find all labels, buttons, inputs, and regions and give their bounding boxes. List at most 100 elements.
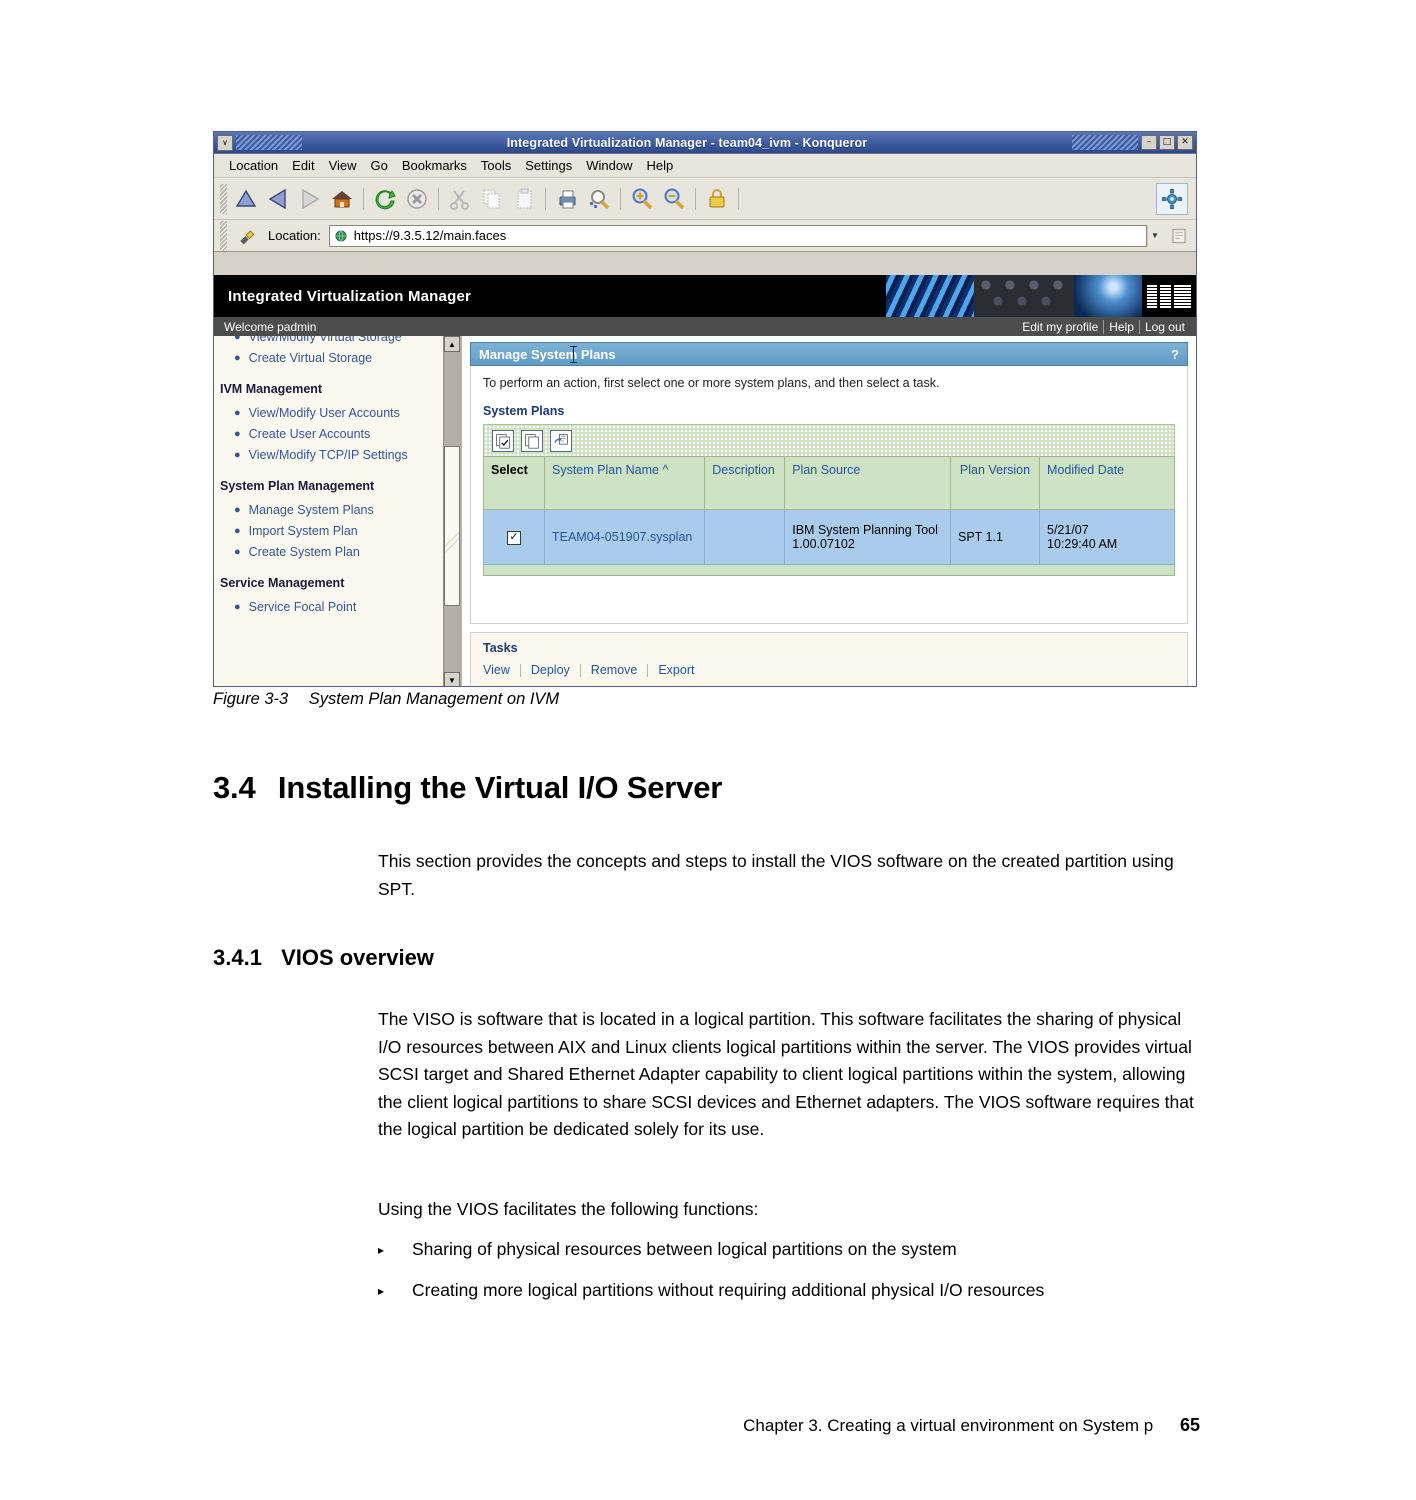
system-plans-table: Select System Plan Name ^ Description Pl…: [483, 456, 1175, 565]
logout-link[interactable]: Log out: [1138, 319, 1190, 334]
column-header-system-plan-name[interactable]: System Plan Name ^: [543, 456, 706, 510]
tasks-links: View Deploy Remove Export: [483, 663, 1175, 677]
bullet-icon: ●: [234, 428, 241, 440]
cell-system-plan-name[interactable]: TEAM04-051907.sysplan: [543, 509, 706, 565]
plan-name-link[interactable]: TEAM04-051907.sysplan: [552, 530, 692, 544]
menu-help[interactable]: Help: [639, 156, 680, 175]
task-view-link[interactable]: View: [483, 663, 520, 677]
forward-icon[interactable]: [294, 183, 326, 215]
cell-plan-source: IBM System Planning Tool 1.00.07102: [784, 509, 951, 565]
cut-icon[interactable]: [444, 183, 476, 215]
task-export-link[interactable]: Export: [648, 663, 704, 677]
sidebar-item-service-focal-point[interactable]: ● Service Focal Point: [220, 600, 461, 615]
page-footer: Chapter 3. Creating a virtual environmen…: [0, 1415, 1416, 1436]
sidebar-item-label: View/Modify Virtual Storage: [248, 336, 402, 344]
edit-profile-link[interactable]: Edit my profile: [1017, 320, 1103, 334]
deselect-all-icon[interactable]: [521, 429, 543, 452]
panel-body: To perform an action, first select one o…: [470, 366, 1188, 624]
url-input[interactable]: https://9.3.5.12/main.faces: [328, 224, 1147, 247]
banner-art-stripes: [886, 275, 974, 317]
toolbar-grip[interactable]: [220, 183, 227, 214]
sidebar-scrollbar[interactable]: ▲ ▼: [443, 336, 461, 686]
sidebar-item-label: Create Virtual Storage: [248, 351, 373, 365]
task-remove-link[interactable]: Remove: [581, 663, 648, 677]
copy-icon[interactable]: [476, 183, 508, 215]
stop-icon[interactable]: [401, 183, 433, 215]
sidebar-item-view-modify-tcpip-settings[interactable]: ● View/Modify TCP/IP Settings: [220, 448, 461, 463]
menu-view[interactable]: View: [322, 156, 364, 175]
row-checkbox[interactable]: ✓: [507, 530, 521, 545]
subsection-title-text: VIOS overview: [281, 945, 434, 970]
menu-window[interactable]: Window: [579, 156, 639, 175]
find-icon[interactable]: [583, 183, 615, 215]
scroll-up-arrow-icon[interactable]: ▲: [444, 336, 460, 352]
configure-icon[interactable]: [1156, 183, 1188, 215]
tasks-title: Tasks: [483, 641, 518, 655]
locationbar-grip[interactable]: [220, 220, 227, 251]
menu-settings[interactable]: Settings: [518, 156, 579, 175]
close-button[interactable]: ✕: [1177, 135, 1193, 150]
menu-bookmarks[interactable]: Bookmarks: [395, 156, 474, 175]
menu-tools[interactable]: Tools: [474, 156, 518, 175]
menubar: Location Edit View Go Bookmarks Tools Se…: [214, 154, 1196, 178]
page-number: 65: [1179, 1415, 1200, 1435]
figure-caption-number: Figure 3-3: [213, 690, 289, 708]
paste-icon[interactable]: [508, 183, 540, 215]
task-deploy-link[interactable]: Deploy: [521, 663, 580, 677]
print-icon[interactable]: [551, 183, 583, 215]
back-icon[interactable]: [262, 183, 294, 215]
intro-paragraph: This section provides the concepts and s…: [378, 851, 1174, 899]
web-content: Integrated Virtualization Manager Welcom…: [214, 275, 1196, 686]
zoom-out-icon[interactable]: [658, 183, 690, 215]
bullet-marker-icon: ▸: [378, 1243, 385, 1257]
scrollbar-thumb[interactable]: [444, 446, 460, 606]
zoom-in-icon[interactable]: [626, 183, 658, 215]
lock-icon[interactable]: [701, 183, 733, 215]
ibm-logo: [1142, 275, 1196, 317]
up-icon[interactable]: [230, 183, 262, 215]
toolbar-separator: [620, 187, 621, 210]
clear-location-icon[interactable]: [235, 224, 259, 248]
sidebar-item-manage-system-plans[interactable]: ● Manage System Plans: [220, 503, 461, 518]
home-icon[interactable]: [326, 183, 358, 215]
sidebar-item-view-modify-virtual-storage[interactable]: ● View/Modify Virtual Storage: [220, 336, 461, 345]
subsection-number: 3.4.1: [213, 945, 262, 970]
section-number: 3.4: [213, 770, 256, 805]
url-dropdown-icon[interactable]: ▼: [1147, 225, 1162, 246]
column-header-modified-date[interactable]: Modified Date: [1039, 456, 1175, 510]
plan-source-line2: 1.00.07102: [792, 537, 855, 551]
tasks-panel: Tasks View Deploy Remove Export: [470, 632, 1188, 686]
functions-lead: Using the VIOS facilitates the following…: [378, 1199, 759, 1219]
browser-toolbar: [214, 178, 1196, 220]
minimize-button[interactable]: –: [1141, 135, 1157, 150]
table-footer-band: [483, 565, 1175, 576]
select-all-icon[interactable]: [492, 429, 514, 452]
column-header-description[interactable]: Description: [704, 456, 786, 510]
menu-go[interactable]: Go: [364, 156, 395, 175]
panel-help-icon[interactable]: ?: [1171, 347, 1179, 362]
menu-location[interactable]: Location: [222, 156, 285, 175]
section-title: Installing the Virtual I/O Server: [277, 770, 723, 805]
figure-screenshot: ∨ Integrated Virtualization Manager - te…: [213, 131, 1197, 687]
column-header-plan-version[interactable]: Plan Version: [950, 456, 1040, 510]
sidebar-item-label: View/Modify TCP/IP Settings: [248, 448, 408, 462]
reload-icon[interactable]: [369, 183, 401, 215]
row-select-cell[interactable]: ✓: [483, 509, 545, 565]
ivm-banner-title: Integrated Virtualization Manager: [228, 287, 472, 305]
sidebar-heading-system-plan-management: System Plan Management: [220, 479, 375, 493]
menu-edit[interactable]: Edit: [285, 156, 321, 175]
scroll-down-arrow-icon[interactable]: ▼: [444, 672, 460, 686]
toolbar-separator: [545, 187, 546, 210]
sidebar-item-create-user-accounts[interactable]: ● Create User Accounts: [220, 427, 461, 442]
column-header-plan-source[interactable]: Plan Source: [784, 456, 951, 510]
sidebar-item-import-system-plan[interactable]: ● Import System Plan: [220, 524, 461, 539]
help-link[interactable]: Help: [1103, 319, 1139, 334]
sidebar-item-view-modify-user-accounts[interactable]: ● View/Modify User Accounts: [220, 406, 461, 421]
sidebar-item-create-system-plan[interactable]: ● Create System Plan: [220, 545, 461, 560]
maximize-button[interactable]: □: [1159, 135, 1175, 150]
window-menu-icon[interactable]: ∨: [217, 134, 233, 151]
bullet-icon: ●: [234, 407, 241, 419]
sidebar-item-create-virtual-storage[interactable]: ● Create Virtual Storage: [220, 351, 461, 366]
location-bookmark-icon[interactable]: [1167, 224, 1191, 248]
configure-columns-icon[interactable]: [550, 429, 572, 452]
